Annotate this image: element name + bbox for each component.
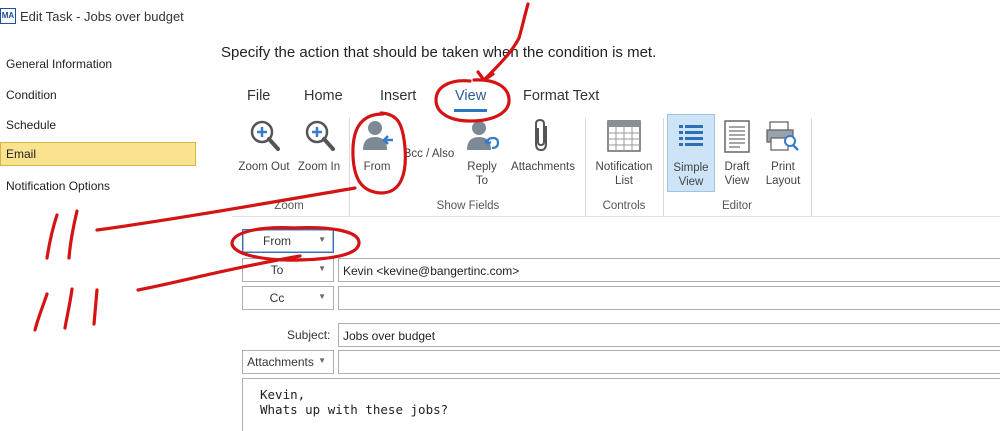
grid-list-icon (607, 118, 641, 154)
from-label: From (363, 161, 391, 173)
attachments-button-label: Attachments (247, 355, 314, 369)
simple-view-button[interactable]: Simple View (667, 114, 715, 192)
person-reply-icon (465, 118, 500, 154)
window-title: Edit Task - Jobs over budget (20, 9, 184, 24)
reply-to-label-line2: To (475, 175, 489, 187)
print-layout-button[interactable]: Print Layout (760, 114, 806, 188)
draft-view-button[interactable]: Draft View (717, 114, 757, 188)
zoom-in-icon (302, 118, 336, 154)
chevron-down-icon: ▼ (318, 235, 326, 244)
notification-list-label-line1: Notification (595, 161, 653, 173)
zoom-in-label: Zoom In (297, 161, 341, 173)
cc-button-label: Cc (269, 291, 285, 305)
attachments-field[interactable] (338, 350, 1000, 374)
draft-view-label-line1: Draft (724, 161, 750, 173)
group-separator (811, 118, 812, 216)
tab-insert[interactable]: Insert (380, 88, 416, 104)
print-layout-label-line2: Layout (765, 175, 801, 187)
subject-label: Subject: (287, 328, 331, 342)
bcc-also-button[interactable]: Bcc / Also (398, 147, 460, 161)
zoom-out-icon (247, 118, 281, 154)
paperclip-icon (526, 118, 560, 154)
reply-to-button[interactable]: Reply To (462, 114, 502, 188)
chevron-down-icon: ▼ (318, 264, 326, 273)
print-preview-icon (766, 118, 800, 154)
to-dropdown-button[interactable]: To ▼ (242, 258, 334, 282)
group-separator (585, 118, 586, 216)
draft-view-label-line2: View (724, 175, 750, 187)
print-layout-label-line1: Print (771, 161, 795, 173)
person-arrow-icon (360, 118, 394, 154)
chevron-down-icon: ▼ (318, 292, 326, 301)
from-button-label: From (263, 234, 291, 248)
attachments-dropdown-button[interactable]: Attachments ▼ (242, 350, 334, 374)
attachments-button[interactable]: Attachments (507, 114, 579, 174)
nav-item-condition[interactable]: Condition (0, 83, 196, 107)
ribbon: Zoom Out Zoom In Zoom From Bcc / Also Re… (232, 114, 832, 218)
tab-format-text[interactable]: Format Text (523, 88, 599, 104)
group-label-show-fields: Show Fields (436, 200, 500, 212)
group-label-editor: Editor (721, 200, 753, 212)
message-body-editor[interactable]: Kevin, Whats up with these jobs? (242, 378, 1000, 431)
simple-view-label-line2: View (678, 176, 704, 188)
bcc-also-label: Bcc / Also (403, 148, 455, 160)
annotation-tally-mark (45, 213, 59, 260)
reply-to-label-line1: Reply (467, 161, 497, 173)
to-field[interactable]: Kevin <kevine@bangertinc.com> (338, 258, 1000, 282)
simple-view-label-line1: Simple (673, 162, 709, 174)
nav-item-notification-options[interactable]: Notification Options (0, 174, 196, 198)
list-lines-icon (674, 119, 708, 155)
body-line: Kevin, (260, 387, 306, 402)
zoom-in-button[interactable]: Zoom In (294, 114, 344, 174)
annotation-tally-mark (63, 287, 74, 330)
group-label-zoom: Zoom (274, 200, 304, 212)
ribbon-tab-bar: File Home Insert View Format Text (232, 88, 632, 112)
nav-item-schedule[interactable]: Schedule (0, 113, 196, 137)
app-logo-icon: MA (0, 8, 16, 24)
zoom-out-label: Zoom Out (238, 161, 290, 173)
body-line: Whats up with these jobs? (260, 402, 449, 417)
notification-list-button[interactable]: Notification List (590, 114, 658, 188)
subject-field[interactable]: Jobs over budget (338, 323, 1000, 347)
tab-view[interactable]: View (453, 88, 488, 112)
attachments-label: Attachments (511, 161, 575, 173)
annotation-tally-mark (33, 292, 49, 332)
document-icon (720, 118, 754, 154)
annotation-tally-mark (67, 209, 79, 260)
title-bar: MA Edit Task - Jobs over budget (0, 0, 1000, 34)
cc-field[interactable] (338, 286, 1000, 310)
to-button-label: To (270, 263, 284, 277)
ribbon-divider (232, 216, 1000, 217)
nav-item-general-information[interactable]: General Information (0, 52, 196, 76)
zoom-out-button[interactable]: Zoom Out (234, 114, 294, 174)
tab-home[interactable]: Home (304, 88, 343, 104)
group-separator (349, 118, 350, 216)
nav-item-email[interactable]: Email (0, 142, 196, 166)
group-separator (663, 118, 664, 216)
annotation-tally-mark (92, 288, 99, 326)
instruction-text: Specify the action that should be taken … (221, 44, 657, 61)
tab-file[interactable]: File (247, 88, 270, 104)
from-field-toggle-button[interactable]: From (358, 114, 396, 174)
cc-dropdown-button[interactable]: Cc ▼ (242, 286, 334, 310)
from-dropdown-button[interactable]: From ▼ (242, 229, 334, 253)
group-label-controls: Controls (602, 200, 646, 212)
notification-list-label-line2: List (615, 175, 633, 187)
chevron-down-icon: ▼ (318, 356, 326, 365)
